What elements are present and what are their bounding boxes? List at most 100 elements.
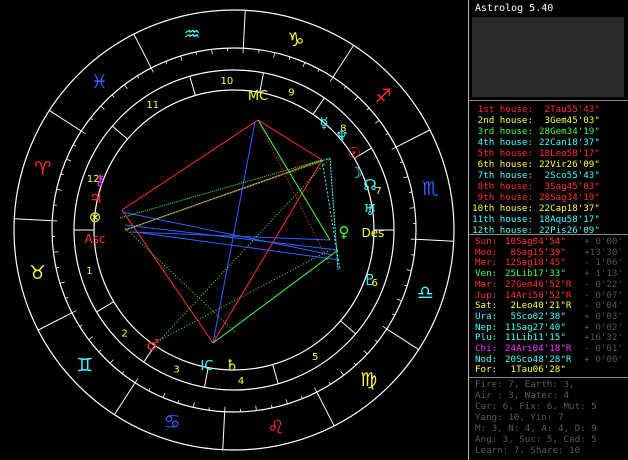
house-row: 8th house: 3Sag45'03"	[469, 181, 628, 192]
planet-label: Mer:	[475, 257, 498, 269]
degree-tick	[255, 405, 257, 411]
house-value: 28Gem34'19"	[539, 126, 600, 137]
planet-value: 8Sag15'39"	[505, 246, 566, 258]
planet-speed: + 1'13'	[584, 268, 623, 280]
house-cusp	[189, 76, 196, 96]
asc-label: Asc	[84, 232, 105, 246]
mercury-icon: ☿	[319, 114, 328, 132]
planet-label: Sun:	[475, 236, 498, 247]
degree-tick	[285, 399, 288, 405]
house-label: 3rd house:	[477, 126, 533, 137]
degree-tick	[300, 395, 303, 399]
planet-value: 5Sco02'38"	[505, 310, 566, 322]
degree-tick	[329, 77, 334, 82]
planet-label: Sat:	[475, 300, 498, 312]
planet-row: Jup: 14Ari50'52"R - 0'07'	[469, 290, 628, 301]
house-row: 7th house: 2Sco55'43"	[469, 170, 628, 181]
des-label: Des	[362, 226, 385, 240]
planet-speed: - 0'07'	[584, 289, 623, 301]
planet-value: 24Ari04'18"R	[505, 343, 572, 354]
planet-speed: - 0'01'	[584, 343, 623, 354]
moon-icon: ☽	[349, 164, 362, 182]
neptune-icon: ♆	[335, 127, 348, 145]
house-number: 2	[122, 329, 128, 340]
sign-boundary	[49, 109, 82, 132]
house-row: 9th house: 28Sag34'19"	[469, 192, 628, 203]
planet-label: Nep:	[475, 321, 498, 333]
planet-value: 27Gem46'52"R	[505, 278, 572, 290]
degree-tick	[404, 284, 408, 287]
aspect-line	[212, 121, 256, 344]
preview-box	[472, 17, 624, 97]
house-cusp	[96, 301, 115, 313]
planet-speed: + 0'00'	[584, 353, 623, 365]
degree-tick	[374, 339, 378, 343]
house-number: 1	[86, 266, 92, 277]
planet-speed: - 0'04'	[584, 300, 623, 312]
planet-row: Plu: 11Lib11'15" +16'32'	[469, 332, 628, 343]
house-number: 4	[238, 376, 244, 387]
house-value: 22Can18'37"	[539, 137, 600, 148]
house-label: 8th house:	[477, 181, 533, 192]
degree-tick	[123, 84, 128, 90]
planet-row: Sat: 2Leo40'21"R - 0'04'	[469, 300, 628, 311]
cancer-sign-icon: ♋	[164, 411, 181, 433]
degree-tick	[399, 161, 403, 164]
scorpio-sign-icon: ♏	[422, 178, 439, 200]
house-value: 28Sag34'19"	[539, 192, 600, 203]
degree-tick	[59, 281, 65, 284]
planet-label: Plu:	[475, 332, 498, 344]
planet-row: Nod: 20Sco48'28"R + 0'00'	[469, 354, 628, 365]
degree-tick	[65, 296, 69, 299]
degree-tick	[180, 55, 183, 61]
app-title: Astrolog 5.40	[475, 3, 554, 14]
degree-tick	[53, 251, 59, 253]
planet-value: 25Lib17'33"	[505, 268, 566, 280]
planet-value: 2Leo40'21"R	[505, 300, 572, 312]
degree-tick	[150, 67, 154, 73]
degree-tick	[192, 402, 195, 408]
sagittarius-sign-icon: ♐	[375, 85, 392, 107]
house-row: 11th house: 18Aqu58'17"	[469, 214, 628, 225]
capricorn-sign-icon: ♑	[287, 29, 304, 51]
degree-tick	[100, 105, 105, 110]
sign-boundary	[386, 328, 419, 351]
planet-label: Ven:	[475, 268, 498, 280]
degree-tick	[165, 61, 168, 65]
venus-icon: ♀	[339, 223, 350, 241]
degree-tick	[354, 96, 359, 101]
degree-tick	[79, 324, 83, 327]
degree-tick	[406, 269, 412, 272]
summary-line: Fire: 7, Earth: 3,	[475, 379, 575, 390]
saturn-icon: ♄	[225, 356, 238, 374]
planet-speed: + 0'03'	[584, 310, 623, 322]
sign-boundary	[415, 238, 454, 242]
degree-tick	[88, 336, 94, 341]
planet-value: 14Ari50'52"R	[505, 289, 572, 301]
chart-wheel: ♈♉♊♋ ♌♍♎♏♐♑♒♓ 123456789101112 ☿♆☉☽☊♅♇⚷♃⊗♂…	[13, 9, 455, 451]
planet-row: Chi: 24Ari04'18"R - 0'01'	[469, 343, 628, 354]
house-label: 1st house:	[477, 104, 533, 115]
aspect-line	[259, 124, 331, 266]
summary-line: Car: 6, Fix: 6, Mut: 5	[475, 401, 597, 412]
degree-tick	[71, 310, 77, 314]
house-label: 5th house:	[477, 148, 533, 159]
uranus-icon: ♅	[363, 201, 376, 219]
aspect-line	[257, 119, 331, 241]
degree-tick	[60, 173, 64, 176]
planet-speed: + 0'00'	[584, 236, 623, 247]
planet-glyphs: ☿ ♆☉ ☽☊ ♅ ♇ ⚷♃⊗ ♂ ♄ ♀	[89, 114, 377, 374]
house-value: 2Tau55'43"	[539, 104, 600, 115]
planet-row: Ura: 5Sco02'38" + 0'03'	[469, 311, 628, 322]
aspect-lines	[119, 119, 341, 344]
sign-boundary	[332, 45, 355, 78]
planet-label: Chi:	[475, 343, 498, 354]
virgo-sign-icon: ♍	[360, 369, 377, 391]
house-value: 22Vir26'09"	[539, 159, 600, 170]
planet-row: Nep: 11Sag27'40" + 0'02'	[469, 322, 628, 333]
house-row: 4th house: 22Can18'37"	[469, 137, 628, 148]
sun-icon: ☉	[347, 144, 360, 162]
house-row: 3rd house: 28Gem34'19"	[469, 126, 628, 137]
aspect-line	[257, 119, 323, 161]
house-value: 2Sco55'43"	[539, 170, 600, 181]
